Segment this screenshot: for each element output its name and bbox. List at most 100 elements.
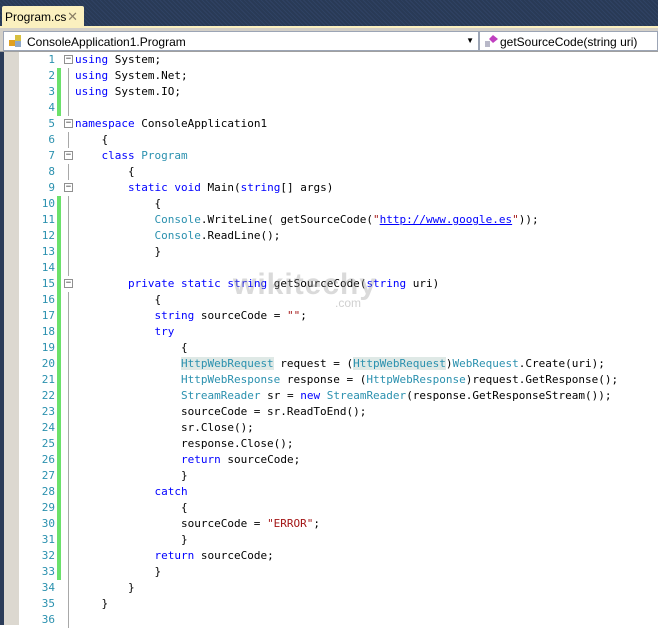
- code-token: sourceCode;: [194, 549, 274, 562]
- code-line[interactable]: 22 StreamReader sr = new StreamReader(re…: [19, 388, 658, 404]
- code-line[interactable]: 4: [19, 100, 658, 116]
- code-line[interactable]: 24 sr.Close();: [19, 420, 658, 436]
- code-text: {: [75, 340, 188, 356]
- code-token: Main(: [200, 181, 241, 194]
- code-line[interactable]: 12 Console.ReadLine();: [19, 228, 658, 244]
- code-line[interactable]: 35 }: [19, 596, 658, 612]
- code-text: string sourceCode = "";: [75, 308, 307, 324]
- code-token: sourceCode = sr.ReadToEnd();: [75, 405, 367, 418]
- code-line[interactable]: 34 }: [19, 580, 658, 596]
- keyword: static: [127, 181, 168, 194]
- code-line[interactable]: 30 sourceCode = "ERROR";: [19, 516, 658, 532]
- line-number: 25: [41, 437, 55, 450]
- collapse-icon[interactable]: −: [64, 183, 73, 192]
- indicator-margin[interactable]: [4, 52, 19, 625]
- keyword: void: [174, 181, 201, 194]
- code-token: .ReadLine();: [200, 229, 281, 242]
- collapse-icon[interactable]: −: [64, 151, 73, 160]
- outline-guide: [68, 164, 69, 180]
- code-token: request = (: [273, 357, 354, 370]
- code-line[interactable]: 21 HttpWebResponse response = (HttpWebRe…: [19, 372, 658, 388]
- line-number: 15: [41, 277, 55, 290]
- code-line[interactable]: 5− namespace ConsoleApplication1: [19, 116, 658, 132]
- code-line[interactable]: 11 Console.WriteLine( getSourceCode("htt…: [19, 212, 658, 228]
- code-token: ;: [300, 309, 307, 322]
- highlighted-type: HttpWebRequest: [353, 357, 446, 370]
- code-token: sourceCode =: [194, 309, 287, 322]
- line-number: 28: [41, 485, 55, 498]
- close-icon[interactable]: ✕: [67, 9, 78, 25]
- code-line[interactable]: 1− using System;: [19, 52, 658, 68]
- outline-guide: [68, 564, 69, 580]
- code-editor[interactable]: 1− using System; 2 using System.Net; 3 using …: [19, 52, 658, 628]
- code-text: {: [75, 164, 135, 180]
- code-text: using System.IO;: [75, 84, 181, 100]
- code-token: response.Close();: [75, 437, 294, 450]
- code-line[interactable]: 8 {: [19, 164, 658, 180]
- code-token: {: [75, 293, 162, 306]
- change-marker: [57, 388, 61, 404]
- code-text: sourceCode = "ERROR";: [75, 516, 320, 532]
- code-text: {: [75, 132, 108, 148]
- line-number: 5: [48, 117, 55, 130]
- code-text: }: [75, 468, 188, 484]
- change-marker: [57, 244, 61, 260]
- change-marker: [57, 324, 61, 340]
- code-line[interactable]: 18 try: [19, 324, 658, 340]
- code-line[interactable]: 26 return sourceCode;: [19, 452, 658, 468]
- code-line[interactable]: 7− class Program: [19, 148, 658, 164]
- change-marker: [57, 100, 61, 116]
- code-line[interactable]: 17 string sourceCode = "";: [19, 308, 658, 324]
- collapse-icon[interactable]: −: [64, 279, 73, 288]
- code-text: Console.ReadLine();: [75, 228, 280, 244]
- code-line[interactable]: 23 sourceCode = sr.ReadToEnd();: [19, 404, 658, 420]
- code-line[interactable]: 6 {: [19, 132, 658, 148]
- outline-guide: [68, 516, 69, 532]
- code-line[interactable]: 25 response.Close();: [19, 436, 658, 452]
- outline-guide: [68, 68, 69, 84]
- code-line[interactable]: 29 {: [19, 500, 658, 516]
- tab-program-cs[interactable]: Program.cs ✕: [2, 6, 84, 28]
- code-text: response.Close();: [75, 436, 294, 452]
- code-line[interactable]: 2 using System.Net;: [19, 68, 658, 84]
- line-number: 16: [41, 293, 55, 306]
- code-token: response = (: [280, 373, 367, 386]
- line-number: 27: [41, 469, 55, 482]
- code-line[interactable]: 13 }: [19, 244, 658, 260]
- code-line[interactable]: 33 }: [19, 564, 658, 580]
- code-token: }: [75, 469, 188, 482]
- code-line[interactable]: 19 {: [19, 340, 658, 356]
- code-text: namespace ConsoleApplication1: [75, 116, 267, 132]
- class-icon: [9, 35, 21, 47]
- code-line[interactable]: 20 HttpWebRequest request = (HttpWebRequ…: [19, 356, 658, 372]
- code-line[interactable]: 9− static void Main(string[] args): [19, 180, 658, 196]
- collapse-icon[interactable]: −: [64, 55, 73, 64]
- code-line[interactable]: 10 {: [19, 196, 658, 212]
- code-line[interactable]: 31 }: [19, 532, 658, 548]
- class-dropdown[interactable]: ConsoleApplication1.Program ▼: [3, 31, 479, 51]
- url-link[interactable]: http://www.google.es: [380, 213, 512, 226]
- code-line[interactable]: 32 return sourceCode;: [19, 548, 658, 564]
- member-dropdown[interactable]: getSourceCode(string uri): [479, 31, 658, 51]
- line-number: 31: [41, 533, 55, 546]
- type-name: Console: [154, 229, 201, 242]
- code-line[interactable]: 3 using System.IO;: [19, 84, 658, 100]
- code-text: catch: [75, 484, 187, 500]
- code-text: }: [75, 532, 188, 548]
- collapse-icon[interactable]: −: [64, 119, 73, 128]
- line-number: 30: [41, 517, 55, 530]
- code-line[interactable]: 27 }: [19, 468, 658, 484]
- code-token: {: [75, 133, 109, 146]
- keyword: string: [240, 181, 281, 194]
- line-number: 14: [41, 261, 55, 274]
- tab-title: Program.cs: [5, 10, 67, 24]
- code-line[interactable]: 36: [19, 612, 658, 628]
- string-literal: "": [286, 309, 301, 322]
- code-line[interactable]: 28 catch: [19, 484, 658, 500]
- change-marker: [57, 532, 61, 548]
